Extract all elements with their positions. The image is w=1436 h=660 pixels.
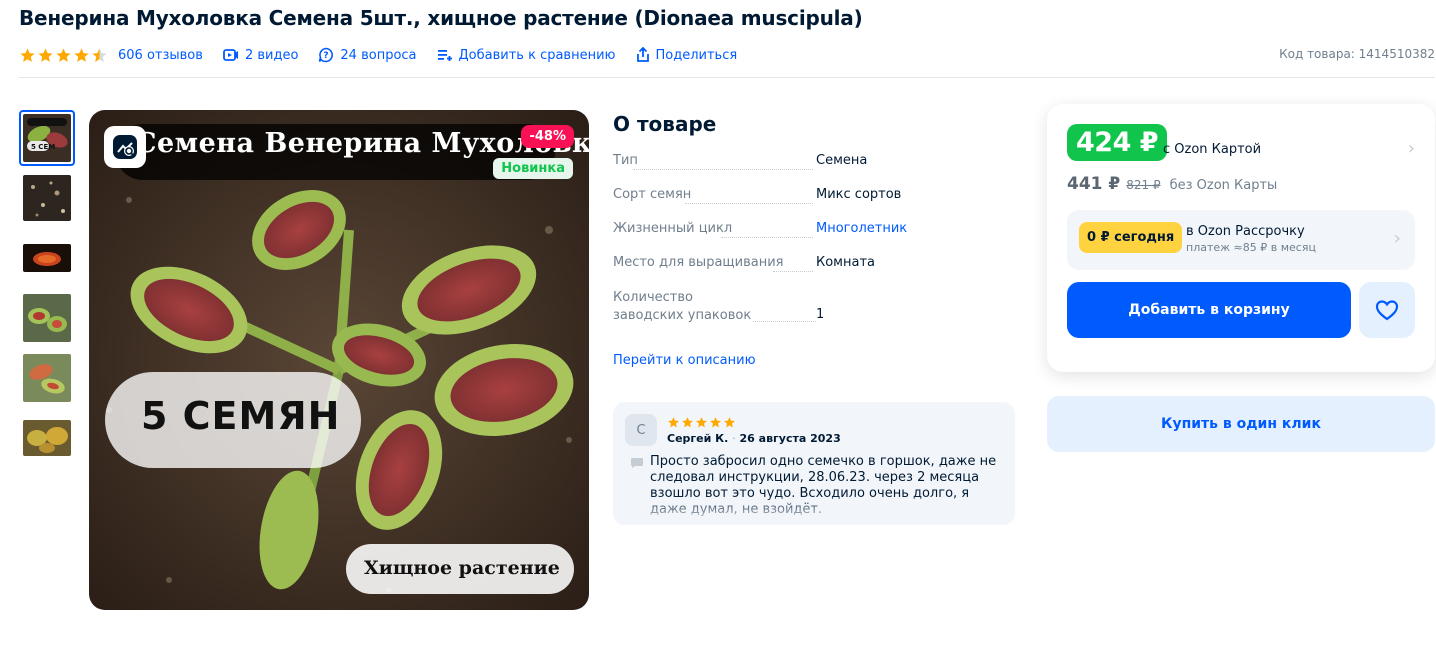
installment-title: в Ozon Рассрочку: [1186, 224, 1305, 239]
char-value: Микс сортов: [816, 187, 902, 202]
thumbnail-image: 5 СЕМ: [23, 114, 71, 162]
char-row-packages: Количество заводских упаковок 1: [613, 289, 1013, 337]
price-original: 821 ₽: [1126, 178, 1161, 192]
main-product-image[interactable]: Семена Венерина Мухоловка 5 СЕМЯН Хищное…: [89, 110, 589, 610]
price-with-card[interactable]: 424 ₽: [1067, 124, 1168, 161]
thumbnail-image: [23, 244, 71, 272]
star-icon: [20, 47, 35, 62]
thumbnail-3[interactable]: [19, 230, 75, 286]
price-no-card: 441 ₽: [1067, 174, 1121, 194]
about-section: О товаре Тип Семена Сорт семян Микс сорт…: [613, 112, 1013, 368]
question-icon: ?: [319, 47, 334, 63]
installment-subtitle: платеж ≈85 ₽ в месяц: [1186, 241, 1316, 254]
thumbnail-image: [23, 294, 71, 342]
buy-one-click-button[interactable]: Купить в один клик: [1047, 396, 1435, 452]
image-search-icon: [113, 135, 137, 159]
add-to-cart-button[interactable]: Добавить в корзину: [1067, 282, 1351, 338]
star-icon: [696, 417, 707, 428]
price-no-card-row: 441 ₽ 821 ₽ без Ozon Карты: [1067, 174, 1277, 194]
char-name: Тип: [613, 153, 816, 187]
review-card[interactable]: С Сергей К. · 26 августа 2023 Просто заб…: [613, 402, 1015, 525]
product-title: Венерина Мухоловка Семена 5шт., хищное р…: [19, 6, 863, 30]
char-value-link[interactable]: Многолетник: [816, 221, 907, 255]
videos-link[interactable]: 2 видео: [223, 48, 298, 63]
video-icon: [223, 49, 238, 61]
product-photo: [89, 110, 589, 610]
thumbnail-2[interactable]: [19, 170, 75, 226]
star-icon: [682, 417, 693, 428]
chevron-right-icon: ›: [1393, 228, 1401, 249]
price-card-label: с Ozon Картой: [1163, 142, 1262, 157]
installment-block[interactable]: 0 ₽ сегодня в Ozon Рассрочку платеж ≈85 …: [1067, 210, 1415, 270]
product-sku: Код товара: 1414510382: [1279, 47, 1435, 61]
comment-icon: [631, 458, 643, 468]
compare-icon: [437, 50, 452, 61]
thumbnail-image: [23, 420, 71, 456]
price-no-card-label: без Ozon Карты: [1169, 178, 1278, 193]
rating-stars[interactable]: [19, 47, 108, 64]
char-name: Место для выращивания: [613, 255, 816, 289]
reviews-link-label: 606 отзывов: [118, 47, 203, 63]
star-icon: [724, 417, 735, 428]
image-seeds-text: 5 СЕМЯН: [141, 394, 341, 438]
review-date: 26 августа 2023: [739, 432, 841, 445]
svg-text:?: ?: [324, 51, 329, 61]
char-value: Семена: [816, 153, 868, 168]
videos-link-label: 2 видео: [244, 47, 299, 63]
review-fade: [613, 495, 1015, 525]
chevron-right-icon[interactable]: ›: [1408, 138, 1415, 159]
star-icon: [74, 47, 89, 62]
image-predator-text: Хищное растение: [364, 557, 560, 579]
thumbnail-4[interactable]: [19, 290, 75, 346]
about-title: О товаре: [613, 112, 717, 136]
price-card: 424 ₽ с Ozon Картой › 441 ₽ 821 ₽ без Oz…: [1047, 104, 1435, 372]
compare-link-label: Добавить к сравнению: [458, 47, 616, 63]
compare-link[interactable]: Добавить к сравнению: [437, 48, 616, 63]
char-row-variety: Сорт семян Микс сортов: [613, 187, 1013, 221]
heart-icon: [1375, 300, 1399, 321]
review-author-line: Сергей К. · 26 августа 2023: [667, 432, 841, 445]
header-divider: [19, 77, 1435, 78]
share-icon: [636, 47, 649, 62]
questions-link[interactable]: ? 24 вопроса: [318, 47, 417, 63]
image-search-button[interactable]: [104, 126, 146, 168]
star-icon: [56, 47, 71, 62]
discount-badge: -48%: [521, 125, 574, 148]
share-link-label: Поделиться: [655, 47, 738, 63]
char-row-lifecycle: Жизненный цикл Многолетник: [613, 221, 1013, 255]
goto-description-link[interactable]: Перейти к описанию: [613, 353, 756, 368]
char-value: Комната: [816, 255, 875, 270]
char-name: Жизненный цикл: [613, 221, 816, 255]
installment-badge: 0 ₽ сегодня: [1079, 222, 1183, 253]
new-badge: Новинка: [493, 158, 573, 179]
thumbnail-6[interactable]: [19, 410, 75, 466]
thumbnail-image: [23, 175, 71, 221]
review-author: Сергей К.: [667, 432, 729, 445]
product-meta-row: 606 отзывов 2 видео ? 24 вопроса Добавит…: [19, 44, 1435, 66]
star-icon: [92, 47, 107, 62]
thumbnail-list: 5 СЕМ: [19, 110, 75, 470]
share-link[interactable]: Поделиться: [636, 47, 738, 63]
char-name: Сорт семян: [613, 187, 816, 221]
review-stars: [667, 416, 736, 429]
char-row-place: Место для выращивания Комната: [613, 255, 1013, 289]
svg-text:5 СЕМ: 5 СЕМ: [31, 143, 55, 151]
review-avatar: С: [625, 414, 657, 446]
star-icon: [38, 47, 53, 62]
thumbnail-1[interactable]: 5 СЕМ: [19, 110, 75, 166]
char-name: Количество заводских упаковок: [613, 289, 816, 337]
star-icon: [668, 417, 679, 428]
char-row-type: Тип Семена: [613, 153, 1013, 187]
questions-link-label: 24 вопроса: [340, 47, 417, 63]
thumbnail-image: [23, 354, 71, 402]
star-icon: [710, 417, 721, 428]
thumbnail-5[interactable]: [19, 350, 75, 406]
char-value: 1: [816, 307, 825, 322]
reviews-link[interactable]: 606 отзывов: [118, 48, 203, 63]
favorite-button[interactable]: [1359, 282, 1415, 338]
